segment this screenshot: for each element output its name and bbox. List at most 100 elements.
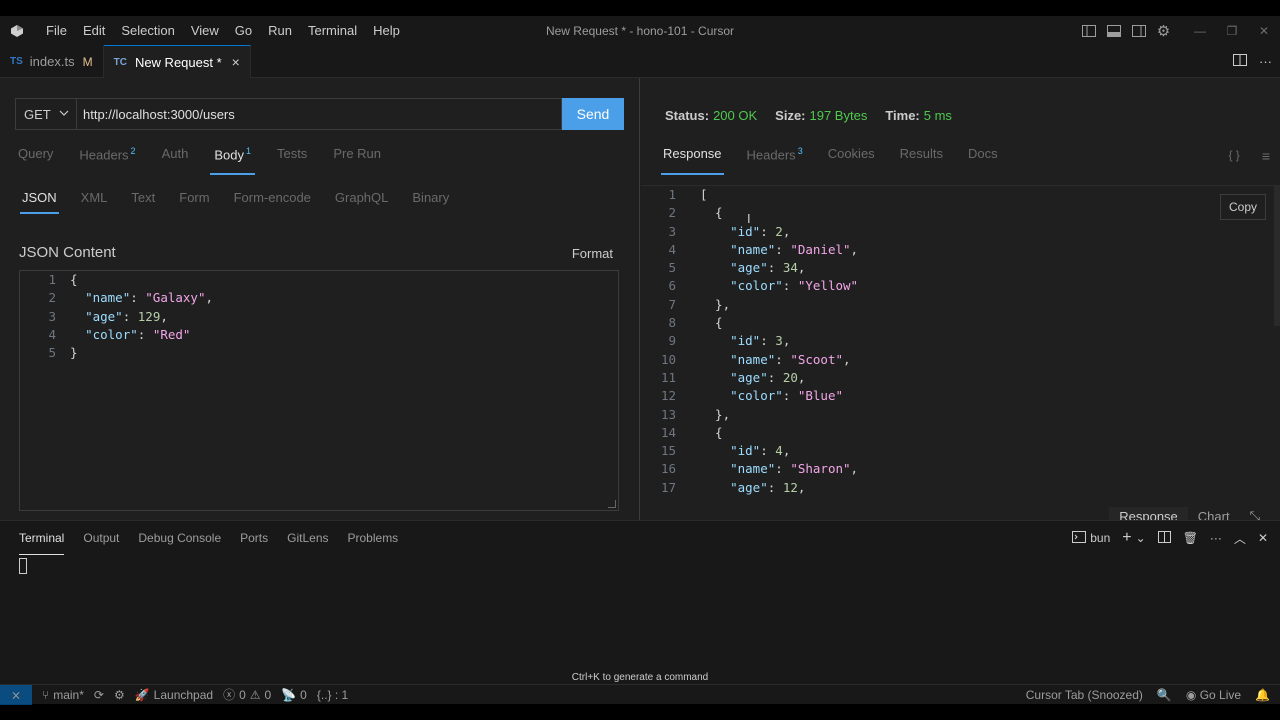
tab-pre-run[interactable]: Pre Run — [333, 146, 381, 172]
code-text: }, — [700, 406, 731, 422]
panel-tab-output[interactable]: Output — [83, 531, 119, 553]
panel-tab-problems[interactable]: Problems — [348, 531, 399, 553]
app-window: File Edit Selection View Go Run Terminal Help N… — [0, 16, 1280, 705]
braces-icon[interactable]: { } — [1228, 148, 1239, 164]
response-scrollbar[interactable] — [1274, 186, 1280, 326]
copy-button[interactable]: Copy — [1220, 194, 1266, 220]
trash-icon[interactable]: 🗑 — [1183, 531, 1198, 545]
tab-new-request[interactable]: TC New Request * × — [103, 45, 251, 78]
git-graph-icon[interactable]: ⚙ — [114, 688, 125, 702]
body-tab-text[interactable]: Text — [131, 190, 155, 214]
more-actions-icon[interactable]: ··· — [1210, 531, 1222, 545]
sync-icon[interactable]: ⟳ — [94, 688, 104, 702]
panel-tab-terminal[interactable]: Terminal — [19, 531, 65, 555]
panel-tab-gitlens[interactable]: GitLens — [287, 531, 328, 553]
code-text: { — [700, 205, 723, 221]
toggle-primary-sidebar-icon[interactable] — [1076, 16, 1101, 45]
code-line: 5 "age": 34, — [641, 259, 1273, 277]
tab-index-ts[interactable]: TS index.ts M — [0, 45, 104, 78]
close-window-icon[interactable]: ✕ — [1248, 16, 1280, 45]
new-terminal-icon[interactable]: + — [1122, 529, 1131, 547]
body-tab-form[interactable]: Form — [179, 190, 209, 214]
response-tab-results[interactable]: Results — [900, 146, 943, 172]
menu-terminal[interactable]: Terminal — [300, 23, 365, 38]
remote-indicator-icon[interactable]: ⨯ — [0, 684, 32, 705]
chevron-down-icon — [59, 107, 69, 122]
code-text: }, — [700, 296, 731, 312]
zoom-icon[interactable]: 🔍 — [1157, 688, 1172, 702]
title-bar: File Edit Selection View Go Run Terminal Help N… — [0, 16, 1280, 45]
notifications-bell-icon[interactable]: 🔔 — [1255, 688, 1270, 702]
ports-indicator[interactable]: 📡 0 — [281, 688, 307, 702]
menu-edit[interactable]: Edit — [75, 23, 113, 38]
panel-tab-debug-console[interactable]: Debug Console — [138, 531, 221, 553]
branch-indicator[interactable]: ⑂ main* — [42, 688, 84, 702]
restore-icon[interactable]: ❐ — [1216, 16, 1248, 45]
body-tab-xml[interactable]: XML — [81, 190, 108, 214]
panel-tab-ports[interactable]: Ports — [240, 531, 268, 553]
terminal-cursor[interactable] — [19, 558, 27, 574]
chevron-down-icon[interactable]: ⌄ — [1136, 531, 1146, 545]
tab-label: Headers — [79, 147, 129, 163]
body-tab-form-encode[interactable]: Form-encode — [234, 190, 311, 214]
close-panel-icon[interactable]: ✕ — [1258, 531, 1268, 545]
cursor-logo-icon — [10, 24, 24, 38]
response-tab-cookies[interactable]: Cookies — [828, 146, 875, 172]
toggle-secondary-sidebar-icon[interactable] — [1126, 16, 1151, 45]
response-tab-response[interactable]: Response — [661, 146, 724, 175]
terminal-shell-icon — [1072, 530, 1087, 546]
code-text: "id": 3, — [730, 333, 791, 349]
body-tab-json[interactable]: JSON — [20, 190, 59, 214]
resize-grip-icon[interactable] — [608, 500, 616, 508]
split-editor-icon[interactable] — [1233, 54, 1247, 69]
http-method-select[interactable]: GET — [15, 98, 77, 130]
tab-body[interactable]: Body 1 — [210, 146, 255, 175]
url-input[interactable]: http://localhost:3000/users — [77, 98, 562, 130]
go-live-item[interactable]: ◉ Go Live — [1186, 688, 1241, 702]
split-terminal-icon[interactable] — [1157, 530, 1171, 546]
cursor-tab-status[interactable]: Cursor Tab (Snoozed) — [1026, 688, 1143, 702]
menu-run[interactable]: Run — [260, 23, 300, 38]
tab-auth[interactable]: Auth — [162, 146, 189, 172]
code-line: 2 "name": "Galaxy", — [20, 289, 618, 307]
response-tab-headers[interactable]: Headers 3 — [747, 146, 803, 172]
request-body-editor[interactable]: 1{2 "name": "Galaxy", 3 "age": 129, 4 "col… — [19, 270, 619, 511]
shell-label[interactable]: bun — [1090, 531, 1110, 545]
code-text: "color": "Red" — [85, 326, 191, 342]
menu-view[interactable]: View — [183, 23, 227, 38]
minimize-icon[interactable]: — — [1184, 16, 1216, 45]
response-body-viewer[interactable]: 1[2 {3 "id": 2, 4 "name": "Daniel", 5 "age… — [641, 186, 1273, 496]
more-actions-icon[interactable]: ··· — [1259, 54, 1272, 69]
menu-go[interactable]: Go — [227, 23, 260, 38]
body-tab-graphql[interactable]: GraphQL — [335, 190, 388, 214]
tab-label: Pre Run — [333, 146, 382, 161]
response-tab-docs[interactable]: Docs — [968, 146, 998, 172]
tab-label: Docs — [968, 146, 998, 161]
menu-lines-icon[interactable]: ≡ — [1262, 148, 1270, 164]
code-line: 10 "name": "Scoot", — [641, 351, 1273, 369]
menu-file[interactable]: File — [38, 23, 75, 38]
tab-headers[interactable]: Headers 2 — [79, 146, 135, 172]
close-tab-icon[interactable]: × — [232, 54, 240, 70]
format-button[interactable]: Format — [572, 246, 613, 261]
settings-gear-icon[interactable]: ⚙ — [1151, 16, 1176, 45]
send-button[interactable]: Send — [562, 98, 624, 130]
tab-tests[interactable]: Tests — [277, 146, 307, 172]
line-number: 5 — [668, 260, 676, 276]
code-line: 12 "color": "Blue" — [641, 387, 1273, 405]
rocket-icon: 🚀 — [134, 687, 150, 702]
code-text: "name": "Galaxy", — [85, 290, 214, 306]
body-tab-binary[interactable]: Binary — [412, 190, 449, 214]
maximize-panel-icon[interactable]: ︿ — [1234, 530, 1246, 547]
menu-selection[interactable]: Selection — [113, 23, 182, 38]
code-text: { — [700, 315, 723, 331]
menu-help[interactable]: Help — [365, 23, 408, 38]
braces-indicator[interactable]: {..} : 1 — [317, 688, 348, 702]
tab-query[interactable]: Query — [18, 146, 53, 172]
launchpad-item[interactable]: 🚀 Launchpad — [135, 688, 213, 702]
time-info: Time: 5 ms — [885, 108, 952, 123]
problems-indicator[interactable]: ⓧ 0 ⚠ 0 — [223, 686, 271, 703]
line-number: 17 — [660, 479, 676, 495]
response-tab-actions: { } ≡ — [1228, 148, 1270, 164]
toggle-panel-icon[interactable] — [1101, 16, 1126, 45]
